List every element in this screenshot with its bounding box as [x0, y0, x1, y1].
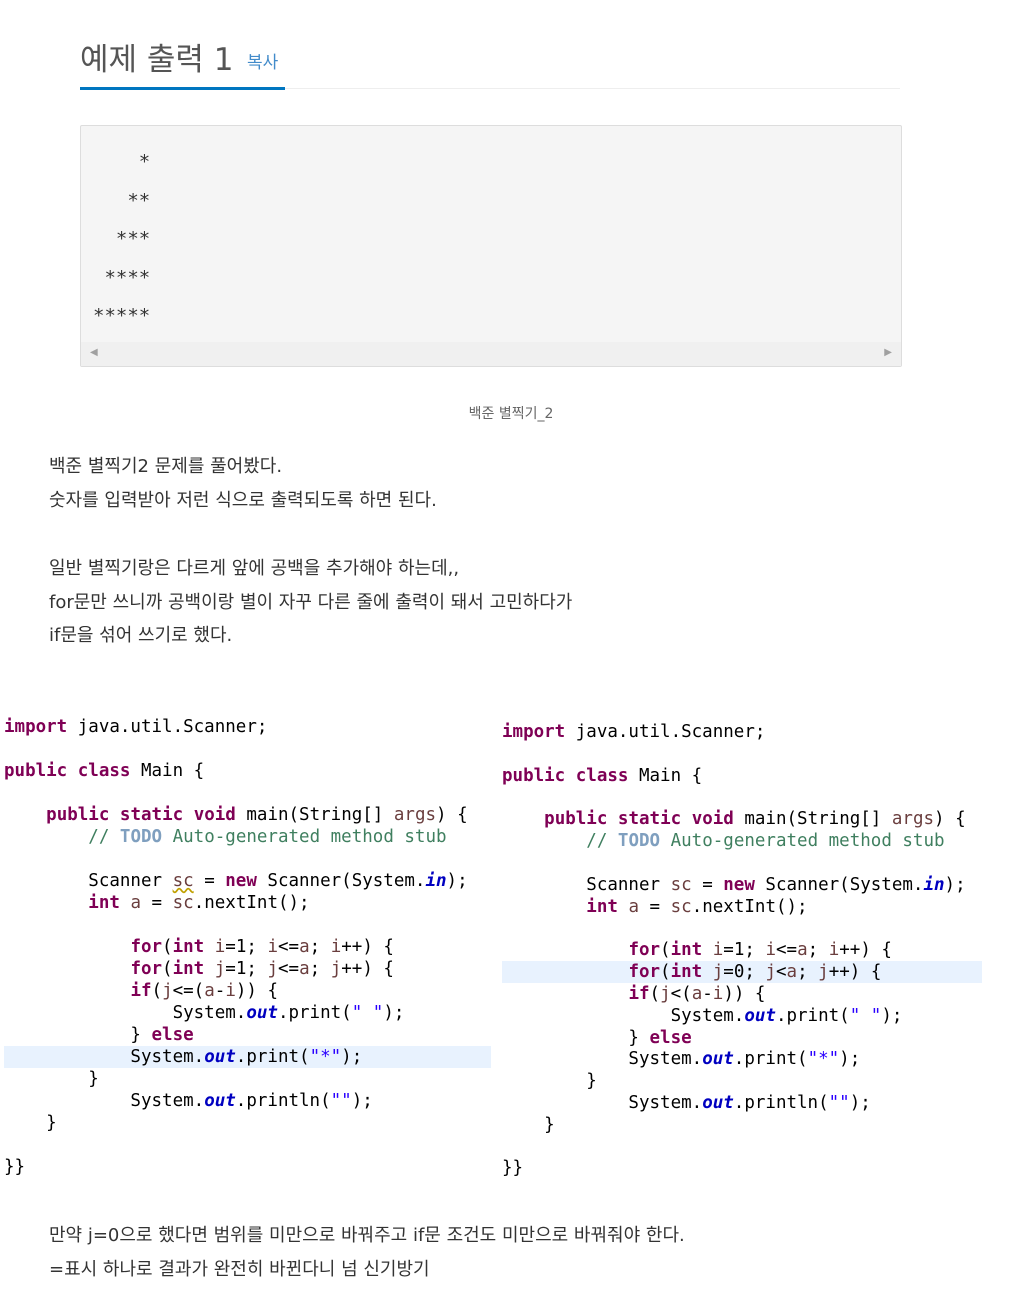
- code-line: System.out.print("*");: [502, 1049, 861, 1069]
- code-screenshot-left: import java.util.Scanner; public class M…: [0, 706, 495, 1196]
- code-line: for(int i=1; i<=a; i++) {: [628, 940, 892, 960]
- output-line: ****: [93, 266, 151, 289]
- code-line: int a = sc.nextInt();: [88, 893, 310, 913]
- text-line: 숫자를 입력받아 저런 식으로 출력되도록 하면 된다.: [49, 489, 437, 511]
- code-line: if(j<(a-i)) {: [628, 984, 766, 1004]
- code-line: import java.util.Scanner;: [502, 722, 766, 742]
- scroll-left-arrow-icon[interactable]: ◀: [90, 347, 98, 358]
- code-line: for(int j=1; j<=a; j++) {: [130, 959, 394, 979]
- text-line: 일반 별찍기랑은 다르게 앞에 공백을 추가해야 하는데,,: [49, 558, 460, 579]
- sample-output-box: * ** *** **** ***** ◀ ▶: [80, 125, 902, 367]
- code-line: import java.util.Scanner;: [4, 717, 268, 737]
- code-line: for(int i=1; i<=a; i++) {: [130, 937, 394, 957]
- output-line: *: [93, 151, 151, 173]
- code-line: int a = sc.nextInt();: [586, 897, 808, 917]
- code-line: }}: [502, 1158, 524, 1178]
- paragraph-intro: 백준 별찍기2 문제를 풀어봤다. 숫자를 입력받아 저런 식으로 출력되도록 …: [49, 450, 437, 517]
- code-line-highlighted: for(int j=0; j<a; j++) {: [502, 961, 982, 983]
- code-line: }: [502, 1115, 555, 1135]
- code-line: System.out.print(" ");: [502, 1006, 903, 1026]
- output-line: ***: [93, 228, 151, 250]
- output-line: **: [93, 189, 151, 212]
- text-line: for문만 쓰니까 공백이랑 별이 자꾸 다른 줄에 출력이 돼서 고민하다가: [49, 591, 573, 613]
- code-line-highlighted: System.out.print("*");: [4, 1046, 491, 1068]
- code-line: System.out.println("");: [502, 1093, 871, 1113]
- code-screenshot-right: import java.util.Scanner; public class M…: [498, 710, 984, 1196]
- code-line: }}: [4, 1157, 26, 1177]
- code-line: public class Main {: [502, 766, 703, 786]
- text-line: if문을 섞어 쓰기로 했다.: [49, 625, 233, 646]
- text-line: 백준 별찍기2 문제를 풀어봤다.: [49, 456, 283, 477]
- code-line: }: [4, 1113, 57, 1133]
- code-line: } else: [4, 1025, 194, 1045]
- code-line: Scanner sc = new Scanner(System.in);: [4, 871, 468, 891]
- code-line: }: [502, 1071, 597, 1091]
- text-line: 만약 j=0으로 했다면 범위를 미만으로 바꿔주고 if문 조건도 미만으로 …: [49, 1225, 685, 1246]
- paragraph-approach: 일반 별찍기랑은 다르게 앞에 공백을 추가해야 하는데,, for문만 쓰니까…: [49, 552, 572, 653]
- code-line: public static void main(String[] args) {: [544, 809, 966, 829]
- sample-output-title: 예제 출력 1: [80, 42, 234, 78]
- copy-button[interactable]: 복사: [247, 48, 278, 73]
- text-line: =표시 하나로 결과가 완전히 바뀐다니 넘 신기방기: [49, 1258, 430, 1280]
- code-line: // TODO Auto-generated method stub: [88, 827, 447, 847]
- title-underline: [80, 87, 285, 90]
- paragraph-conclusion: 만약 j=0으로 했다면 범위를 미만으로 바꿔주고 if문 조건도 미만으로 …: [49, 1219, 685, 1286]
- code-line: public class Main {: [4, 761, 205, 781]
- code-line: if(j<=(a-i)) {: [130, 981, 279, 1001]
- code-line: // TODO Auto-generated method stub: [586, 831, 945, 851]
- sample-output-text: * ** *** **** *****: [93, 143, 150, 336]
- code-line: public static void main(String[] args) {: [46, 805, 468, 825]
- horizontal-scrollbar[interactable]: ◀ ▶: [81, 342, 901, 366]
- image-caption: 백준 별찍기_2: [468, 406, 554, 422]
- scroll-right-arrow-icon[interactable]: ▶: [884, 347, 892, 358]
- sample-output-header: 예제 출력 1 복사: [80, 30, 900, 90]
- code-line: System.out.print(" ");: [4, 1003, 405, 1023]
- code-line: Scanner sc = new Scanner(System.in);: [502, 875, 966, 895]
- code-line: System.out.println("");: [4, 1091, 373, 1111]
- output-line: *****: [93, 305, 151, 327]
- code-line: } else: [502, 1028, 692, 1048]
- code-line: }: [4, 1069, 99, 1089]
